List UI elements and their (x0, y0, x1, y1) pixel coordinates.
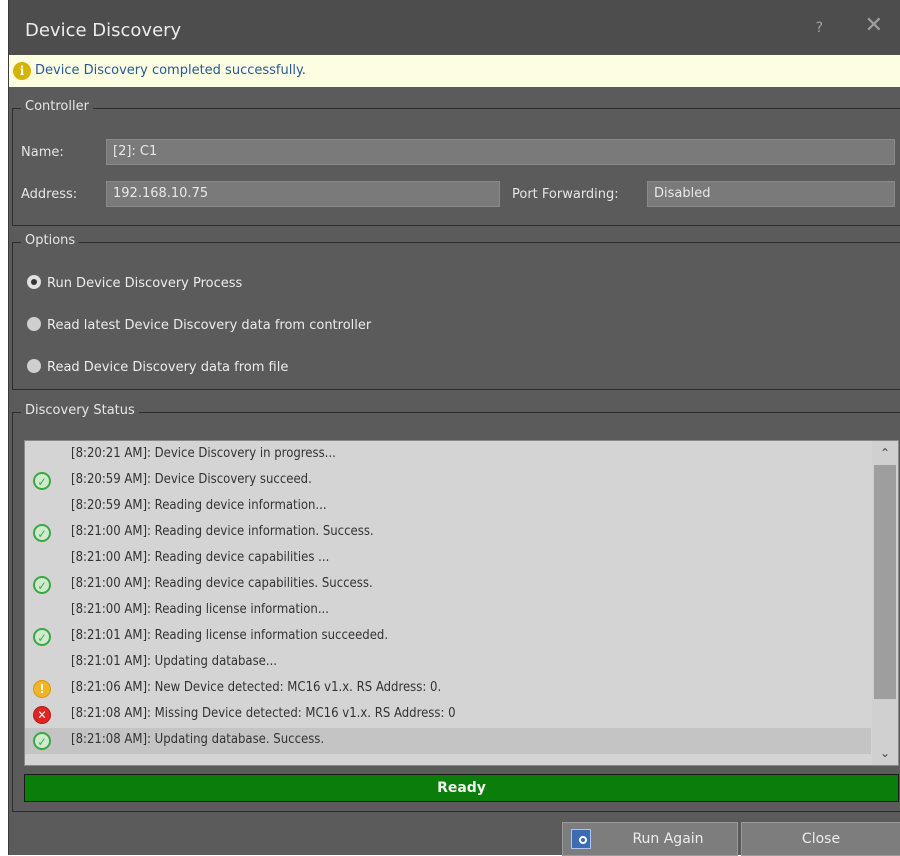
info-message: Device Discovery completed successfully. (35, 63, 306, 78)
radio-run-discovery-label: Run Device Discovery Process (47, 276, 243, 291)
log-row-text: [8:20:59 AM]: Device Discovery succeed. (71, 472, 312, 487)
log-row-text: [8:21:08 AM]: Updating database. Success… (71, 732, 325, 747)
scroll-up-icon[interactable]: ⌃ (872, 441, 898, 465)
progress-label: Ready (437, 780, 486, 796)
device-discovery-window: Device Discovery ? ✕ i Device Discovery … (8, 0, 900, 856)
run-again-button[interactable]: Run Again (562, 822, 738, 856)
success-check-icon: ✓ (33, 576, 51, 594)
error-icon: ✕ (33, 706, 51, 724)
radio-read-latest-label: Read latest Device Discovery data from c… (47, 318, 372, 333)
log-row[interactable]: ! [8:21:06 AM]: New Device detected: MC16… (25, 676, 871, 702)
address-label: Address: (21, 187, 78, 202)
log-row-text: [8:21:00 AM]: Reading device capabilitie… (71, 576, 373, 591)
name-field[interactable]: [2]: C1 (106, 139, 895, 165)
radio-run-discovery[interactable]: Run Device Discovery Process (27, 275, 242, 291)
port-forwarding-label: Port Forwarding: (512, 187, 619, 202)
options-group-title: Options (21, 233, 80, 248)
success-check-icon: ✓ (33, 732, 51, 750)
warning-icon: ! (33, 680, 51, 698)
log-row-text: [8:21:00 AM]: Reading device capabilitie… (71, 550, 330, 565)
log-row[interactable]: [8:21:00 AM]: Reading license informatio… (25, 598, 871, 624)
info-bar: i Device Discovery completed successfull… (9, 55, 900, 87)
radio-unselected-icon (27, 317, 41, 331)
log-row[interactable]: ✓ [8:21:08 AM]: Updating database. Succes… (25, 728, 871, 754)
success-check-icon: ✓ (33, 524, 51, 542)
port-forwarding-field[interactable]: Disabled (647, 181, 895, 207)
close-icon[interactable]: ✕ (865, 14, 883, 38)
radio-selected-icon (27, 275, 41, 289)
log-row-text: [8:21:01 AM]: Reading license informatio… (71, 628, 389, 643)
log-row[interactable]: ✓ [8:21:01 AM]: Reading license informati… (25, 624, 871, 650)
address-field[interactable]: 192.168.10.75 (106, 181, 500, 207)
discovery-status-group-title: Discovery Status (21, 403, 139, 418)
discovery-progress-bar: Ready (24, 774, 899, 802)
scroll-down-icon[interactable]: ⌄ (872, 741, 898, 765)
log-row[interactable]: [8:21:00 AM]: Reading device capabilitie… (25, 546, 871, 572)
log-row[interactable]: ✓ [8:21:00 AM]: Reading device informatio… (25, 520, 871, 546)
log-row-text: [8:21:00 AM]: Reading license informatio… (71, 602, 329, 617)
log-row[interactable]: [8:21:01 AM]: Updating database... (25, 650, 871, 676)
scroll-thumb[interactable] (874, 465, 896, 699)
info-icon: i (13, 62, 31, 80)
log-row-text: [8:21:00 AM]: Reading device information… (71, 524, 374, 539)
log-row-text: [8:21:06 AM]: New Device detected: MC16 … (71, 680, 442, 695)
help-button[interactable]: ? (816, 20, 823, 36)
close-label: Close (801, 831, 841, 847)
options-group: Options Run Device Discovery Process Rea… (12, 233, 900, 390)
run-again-label: Run Again (632, 831, 704, 847)
window-title: Device Discovery (25, 20, 182, 41)
log-row[interactable]: ✕ [8:21:08 AM]: Missing Device detected: … (25, 702, 871, 728)
log-row[interactable]: ✓ [8:20:59 AM]: Device Discovery succeed. (25, 468, 871, 494)
close-button[interactable]: Close (741, 822, 900, 856)
log-row-text: [8:20:59 AM]: Reading device information… (71, 498, 327, 513)
radio-unselected-icon (27, 359, 41, 373)
controller-group-title: Controller (21, 99, 93, 114)
success-check-icon: ✓ (33, 472, 51, 490)
log-row-text: [8:21:08 AM]: Missing Device detected: M… (71, 706, 456, 721)
name-label: Name: (21, 145, 64, 160)
radio-read-file[interactable]: Read Device Discovery data from file (27, 359, 288, 375)
controller-group: Controller Name: [2]: C1 Address: 192.16… (12, 99, 900, 226)
discovery-log[interactable]: [8:20:21 AM]: Device Discovery in progre… (24, 440, 899, 766)
success-check-icon: ✓ (33, 628, 51, 646)
title-bar: Device Discovery ? ✕ (9, 0, 900, 55)
radio-read-latest[interactable]: Read latest Device Discovery data from c… (27, 317, 371, 333)
log-row[interactable]: [8:20:59 AM]: Reading device information… (25, 494, 871, 520)
log-row[interactable]: ✓ [8:21:00 AM]: Reading device capabiliti… (25, 572, 871, 598)
radio-read-file-label: Read Device Discovery data from file (47, 360, 289, 375)
log-row-text: [8:20:21 AM]: Device Discovery in progre… (71, 446, 336, 461)
log-row[interactable]: [8:20:21 AM]: Device Discovery in progre… (25, 442, 871, 468)
log-row-text: [8:21:01 AM]: Updating database... (71, 654, 278, 669)
log-scrollbar[interactable]: ⌃ ⌄ (872, 441, 898, 765)
